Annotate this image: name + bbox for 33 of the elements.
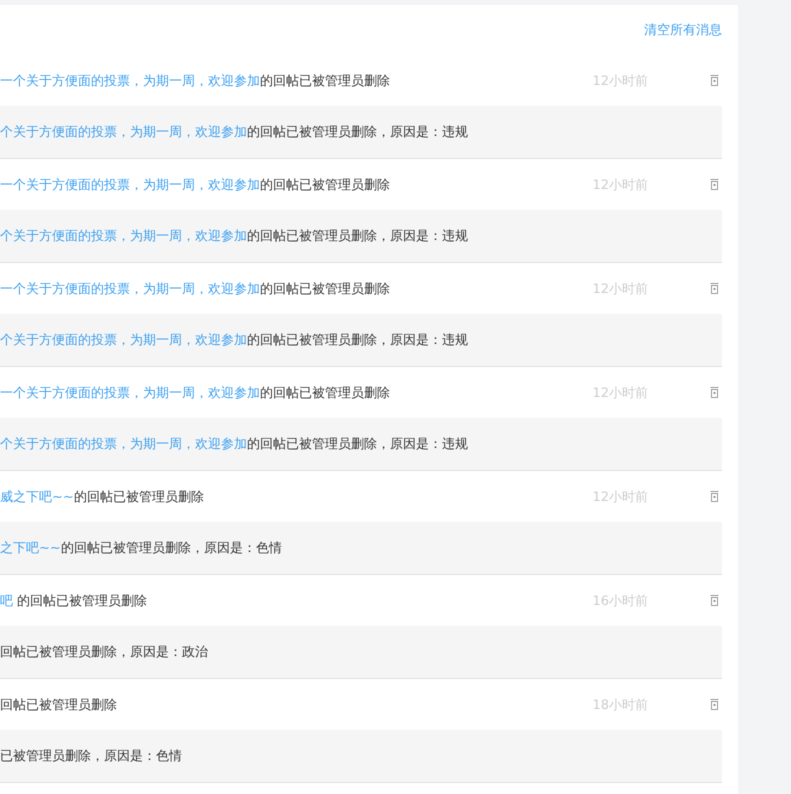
post-link[interactable]: 一个关于方便面的投票，为期一周，欢迎参加: [0, 386, 260, 400]
reason-text: 个关于方便面的投票，为期一周，欢迎参加的回帖已被管理员删除，原因是：违规: [0, 228, 469, 245]
post-link[interactable]: 个关于方便面的投票，为期一周，欢迎参加: [0, 437, 247, 452]
message-text: 一个关于方便面的投票，为期一周，欢迎参加的回帖已被管理员删除: [0, 280, 391, 298]
message-text: 威之下吧~~的回帖已被管理员删除: [0, 488, 205, 506]
clear-all-link[interactable]: 清空所有消息: [644, 20, 722, 38]
trash-icon[interactable]: [710, 491, 719, 502]
trash-icon[interactable]: [710, 699, 719, 710]
post-link[interactable]: 一个关于方便面的投票，为期一周，欢迎参加: [0, 178, 260, 192]
reason-text: 个关于方便面的投票，为期一周，欢迎参加的回帖已被管理员删除，原因是：违规: [0, 124, 469, 141]
trash-icon[interactable]: [710, 75, 719, 86]
trash-icon[interactable]: [710, 387, 719, 398]
reason-text: 个关于方便面的投票，为期一周，欢迎参加的回帖已被管理员删除，原因是：违规: [0, 436, 469, 453]
message-text: 一个关于方便面的投票，为期一周，欢迎参加的回帖已被管理员删除: [0, 72, 391, 90]
message-text: 回帖已被管理员删除: [0, 696, 118, 714]
post-link[interactable]: 之下吧~~: [0, 541, 61, 556]
trash-icon[interactable]: [710, 283, 719, 294]
trash-icon[interactable]: [710, 595, 719, 606]
post-link[interactable]: 吧: [0, 594, 13, 608]
message-text: 一个关于方便面的投票，为期一周，欢迎参加的回帖已被管理员删除: [0, 384, 391, 402]
post-link[interactable]: 一个关于方便面的投票，为期一周，欢迎参加: [0, 74, 260, 88]
post-link[interactable]: 个关于方便面的投票，为期一周，欢迎参加: [0, 125, 247, 140]
reason-text: 之下吧~~的回帖已被管理员删除，原因是：色情: [0, 540, 283, 557]
post-link[interactable]: 威之下吧~~: [0, 490, 74, 504]
reason-text: 回帖已被管理员删除，原因是：政治: [0, 644, 209, 661]
post-link[interactable]: 个关于方便面的投票，为期一周，欢迎参加: [0, 229, 247, 244]
message-text: 一个关于方便面的投票，为期一周，欢迎参加的回帖已被管理员删除: [0, 176, 391, 194]
reason-text: 个关于方便面的投票，为期一周，欢迎参加的回帖已被管理员删除，原因是：违规: [0, 332, 469, 349]
post-link[interactable]: 个关于方便面的投票，为期一周，欢迎参加: [0, 333, 247, 348]
trash-icon[interactable]: [710, 179, 719, 190]
reason-text: 已被管理员删除，原因是：色情: [0, 748, 183, 765]
post-link[interactable]: 一个关于方便面的投票，为期一周，欢迎参加: [0, 282, 260, 296]
message-text: 吧 的回帖已被管理员删除: [0, 592, 148, 610]
